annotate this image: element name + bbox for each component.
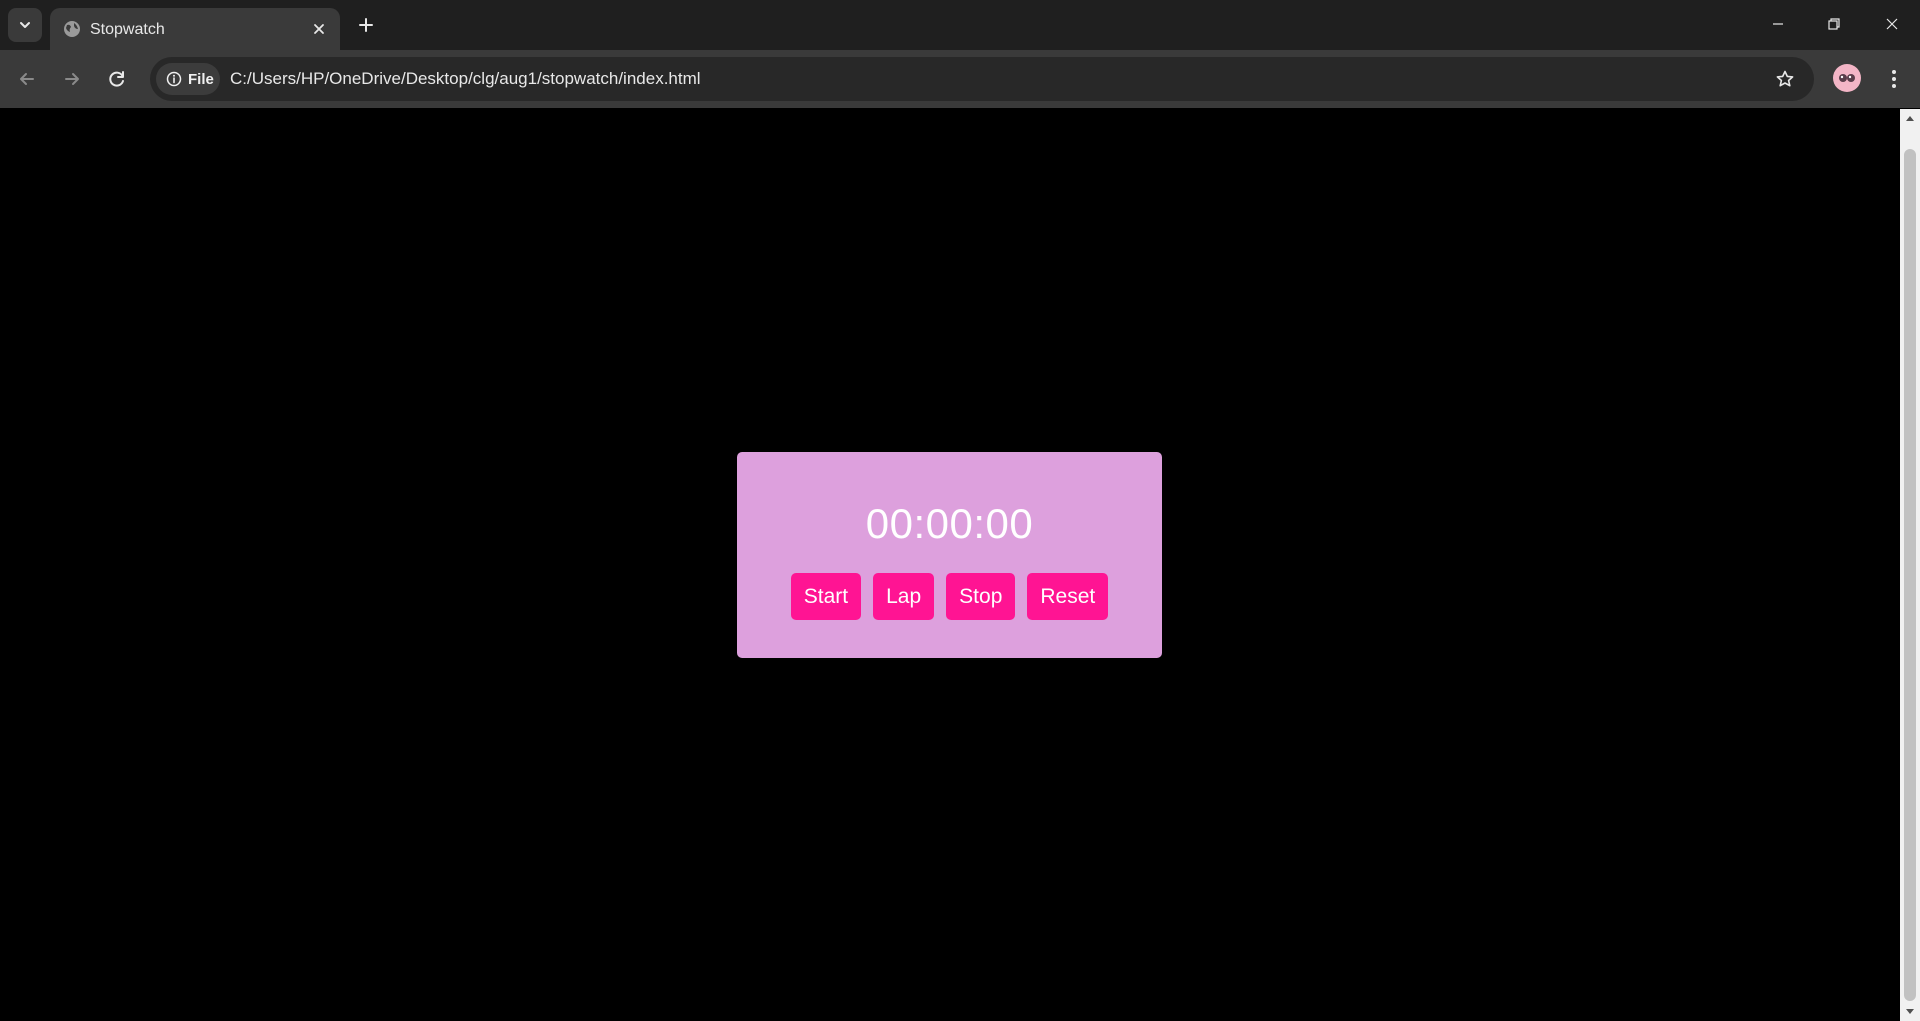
triangle-down-icon (1906, 1009, 1914, 1014)
globe-icon (64, 21, 80, 37)
address-bar[interactable]: File C:/Users/HP/OneDrive/Desktop/clg/au… (150, 57, 1814, 101)
site-info-chip[interactable]: File (156, 63, 220, 95)
stopwatch-panel: 00:00:00 Start Lap Stop Reset (737, 452, 1162, 658)
more-vertical-icon (1892, 70, 1896, 88)
tab-search-button[interactable] (8, 8, 42, 42)
star-icon (1776, 70, 1794, 87)
page-content: 00:00:00 Start Lap Stop Reset (0, 109, 1900, 1021)
scrollbar-thumb[interactable] (1904, 149, 1916, 1001)
time-display: 00:00:00 (865, 500, 1034, 547)
profile-glasses-icon (1839, 74, 1855, 82)
arrow-right-icon (65, 73, 79, 85)
back-button[interactable] (11, 63, 43, 95)
close-window-button[interactable] (1864, 0, 1920, 48)
stopwatch-controls: Start Lap Stop Reset (737, 573, 1162, 620)
url-text[interactable]: C:/Users/HP/OneDrive/Desktop/clg/aug1/st… (230, 69, 701, 89)
info-icon (166, 71, 182, 87)
start-button[interactable]: Start (790, 573, 862, 620)
minimize-icon (1773, 23, 1783, 25)
browser-menu-button[interactable] (1879, 63, 1909, 95)
close-icon (314, 24, 324, 34)
tab-strip: Stopwatch (0, 0, 1920, 50)
plus-icon (359, 18, 373, 32)
close-icon (1886, 18, 1898, 30)
reload-button[interactable] (101, 63, 133, 95)
scroll-down-button[interactable] (1900, 1003, 1920, 1021)
new-tab-button[interactable] (352, 11, 380, 39)
tab-close-button[interactable] (308, 18, 330, 40)
bookmark-button[interactable] (1772, 66, 1798, 92)
tab-stopwatch[interactable]: Stopwatch (50, 8, 340, 50)
scroll-up-button[interactable] (1900, 109, 1920, 127)
browser-toolbar: File C:/Users/HP/OneDrive/Desktop/clg/au… (0, 50, 1920, 108)
reset-button[interactable]: Reset (1027, 573, 1109, 620)
tab-title: Stopwatch (90, 21, 165, 38)
chevron-down-icon (20, 22, 30, 28)
vertical-scrollbar[interactable] (1900, 109, 1920, 1021)
reload-icon (109, 71, 124, 87)
triangle-up-icon (1906, 116, 1914, 121)
minimize-button[interactable] (1750, 0, 1806, 48)
lap-button[interactable]: Lap (873, 573, 935, 620)
site-chip-label: File (188, 70, 214, 88)
browser-window: Stopwatch File C:/Users/HP/OneDrive/Desk… (0, 0, 1920, 1021)
restore-button[interactable] (1806, 0, 1862, 48)
arrow-left-icon (20, 73, 34, 85)
stop-button[interactable]: Stop (946, 573, 1016, 620)
restore-icon (1828, 18, 1840, 30)
profile-avatar[interactable] (1833, 64, 1861, 92)
forward-button[interactable] (56, 63, 88, 95)
